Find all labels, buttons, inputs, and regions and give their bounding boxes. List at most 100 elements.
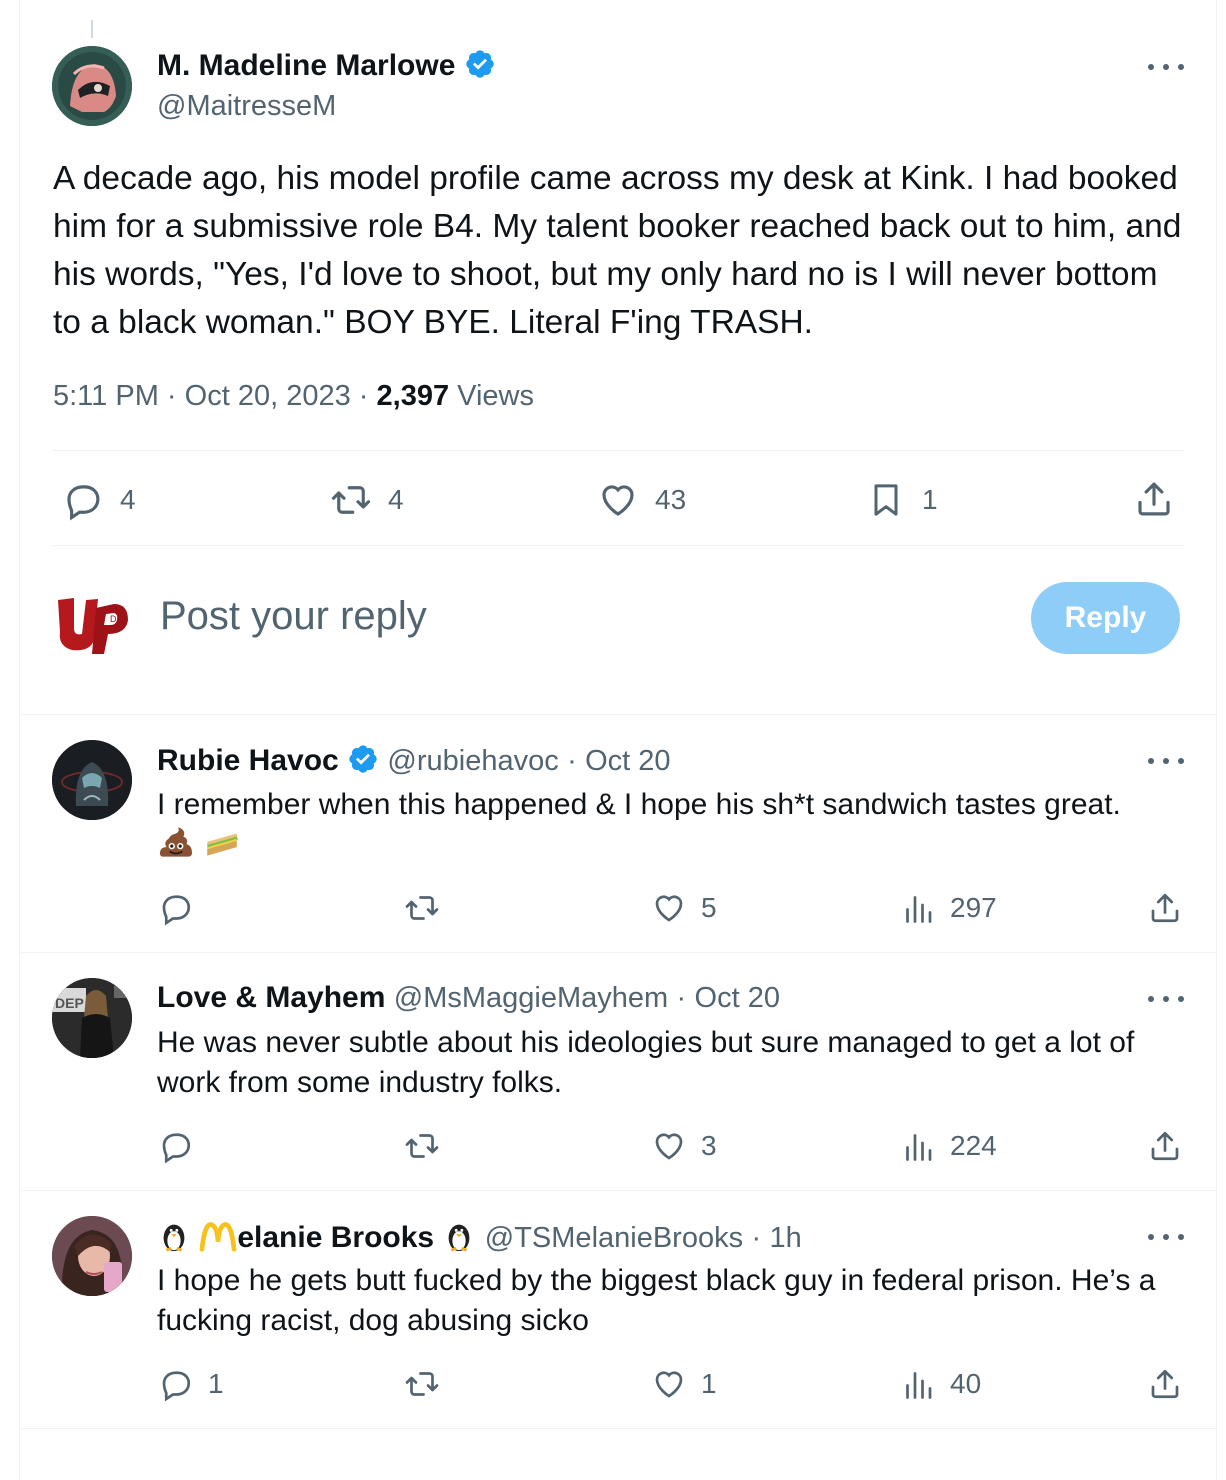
views-action[interactable]: 40 <box>900 1366 981 1402</box>
avatar[interactable] <box>52 46 132 126</box>
heart-icon <box>655 1133 683 1160</box>
meta-separator: · <box>358 380 369 412</box>
penguin-icon <box>163 1224 185 1252</box>
divider <box>19 714 1217 715</box>
m-logo-icon <box>199 1222 237 1252</box>
svg-text:D: D <box>110 614 117 624</box>
views-action[interactable]: 224 <box>900 1128 997 1164</box>
share-action[interactable] <box>1147 890 1183 926</box>
page: M. Madeline Marlowe @MaitresseM A decade… <box>0 0 1226 1480</box>
more-options-icon[interactable] <box>1148 993 1184 1005</box>
bookmark-icon <box>874 484 898 516</box>
heart-icon <box>655 1371 683 1398</box>
reply-text: I hope he gets butt fucked by the bigges… <box>157 1264 1156 1337</box>
tweet-time[interactable]: 5:11 PM <box>53 380 159 412</box>
views-count: 40 <box>950 1368 982 1399</box>
reply-author-name[interactable]: elanie Brooks <box>237 1221 434 1254</box>
reply-icon <box>162 895 191 926</box>
reply-icon <box>162 1371 191 1402</box>
more-options-icon[interactable] <box>1148 755 1184 767</box>
author-name-row: M. Madeline Marlowe <box>157 48 496 83</box>
repost-action[interactable] <box>404 1366 454 1402</box>
reply-author-name[interactable]: Love & Mayhem <box>157 981 385 1014</box>
repost-action[interactable] <box>404 890 454 926</box>
analytics-icon <box>906 1372 932 1399</box>
reply-author-handle[interactable]: @rubiehavoc <box>387 745 558 777</box>
repost-count: 4 <box>388 484 404 515</box>
reply-text: He was never subtle about his ideologies… <box>157 1026 1135 1099</box>
reply-count: 1 <box>208 1368 224 1399</box>
divider <box>19 1428 1217 1429</box>
views-count: 224 <box>950 1130 997 1161</box>
reply-author-handle[interactable]: @TSMelanieBrooks <box>485 1222 743 1254</box>
repost-icon <box>405 1134 439 1158</box>
reply-action[interactable] <box>158 890 208 926</box>
like-action[interactable]: 43 <box>597 479 686 521</box>
reply-author-handle[interactable]: @MsMaggieMayhem <box>394 982 668 1014</box>
compose-avatar[interactable]: D <box>52 580 132 660</box>
more-options-icon[interactable] <box>1148 61 1184 73</box>
divider <box>52 450 1184 451</box>
reply-input[interactable]: Post your reply <box>160 594 427 639</box>
reply-time[interactable]: Oct 20 <box>585 745 670 777</box>
tweet-meta: 5:11 PM · Oct 20, 2023 · 2,397 Views <box>53 380 534 413</box>
reply-header: Rubie Havoc @rubiehavoc · Oct 20 <box>157 743 671 778</box>
reply-action[interactable]: 4 <box>62 479 136 521</box>
reply-icon <box>67 485 100 521</box>
verified-badge-icon[interactable] <box>464 48 496 80</box>
like-action[interactable]: 3 <box>651 1128 717 1164</box>
more-options-icon[interactable] <box>1148 1231 1184 1243</box>
like-action[interactable]: 5 <box>651 890 717 926</box>
tweet-date[interactable]: Oct 20, 2023 <box>185 380 351 412</box>
share-icon <box>1151 893 1179 923</box>
divider <box>19 1190 1217 1191</box>
repost-action[interactable]: 4 <box>330 479 404 521</box>
reply-count: 4 <box>120 484 136 515</box>
repost-icon <box>405 1372 439 1396</box>
share-action[interactable] <box>1133 478 1175 520</box>
analytics-icon <box>906 896 932 923</box>
header-separator: · <box>676 982 687 1014</box>
share-action[interactable] <box>1147 1366 1183 1402</box>
avatar-woman-photo-icon: DEP <box>52 978 132 1058</box>
avatar-pink-hood-icon <box>52 46 132 126</box>
avatar[interactable] <box>52 740 132 820</box>
reply-button[interactable]: Reply <box>1031 582 1180 654</box>
reply-text: I remember when this happened & I hope h… <box>157 788 1121 821</box>
header-separator: · <box>567 745 577 777</box>
bookmark-action[interactable]: 1 <box>866 479 938 521</box>
reply-time[interactable]: 1h <box>769 1222 801 1254</box>
like-action[interactable]: 1 <box>651 1366 717 1402</box>
tweet-text: A decade ago, his model profile came acr… <box>53 160 1182 341</box>
thread-connector <box>91 20 93 38</box>
views-action[interactable]: 297 <box>900 890 997 926</box>
svg-text:DEP: DEP <box>55 995 84 1011</box>
avatar[interactable] <box>52 1216 132 1296</box>
reply-action[interactable] <box>158 1128 208 1164</box>
repost-action[interactable] <box>404 1128 454 1164</box>
share-action[interactable] <box>1147 1128 1183 1164</box>
avatar[interactable]: DEP <box>52 978 132 1058</box>
views-count: 297 <box>950 892 997 923</box>
reply-header: elanie Brooks @TSMelanieBrooks · 1h <box>157 1219 802 1255</box>
share-icon <box>1138 482 1170 516</box>
reply-action[interactable]: 1 <box>158 1366 224 1402</box>
divider <box>52 545 1184 546</box>
views-label: Views <box>457 380 534 412</box>
share-icon <box>1151 1369 1179 1399</box>
reply-author-name[interactable]: Rubie Havoc <box>157 744 339 777</box>
author-name[interactable]: M. Madeline Marlowe <box>157 49 455 82</box>
reply-text-block: I remember when this happened & I hope h… <box>157 785 1187 868</box>
author-handle[interactable]: @MaitresseM <box>157 90 336 123</box>
repost-icon <box>331 486 371 514</box>
heart-icon <box>655 895 683 922</box>
reply-time[interactable]: Oct 20 <box>695 982 780 1014</box>
like-count: 3 <box>701 1130 717 1161</box>
avatar-up-logo-icon: D <box>52 580 132 660</box>
views-count: 2,397 <box>376 380 450 412</box>
bookmark-count: 1 <box>922 484 938 515</box>
like-count: 43 <box>655 484 687 515</box>
like-count: 5 <box>701 892 717 923</box>
pile-of-poo-icon <box>159 827 193 857</box>
verified-badge-icon[interactable] <box>347 743 379 775</box>
